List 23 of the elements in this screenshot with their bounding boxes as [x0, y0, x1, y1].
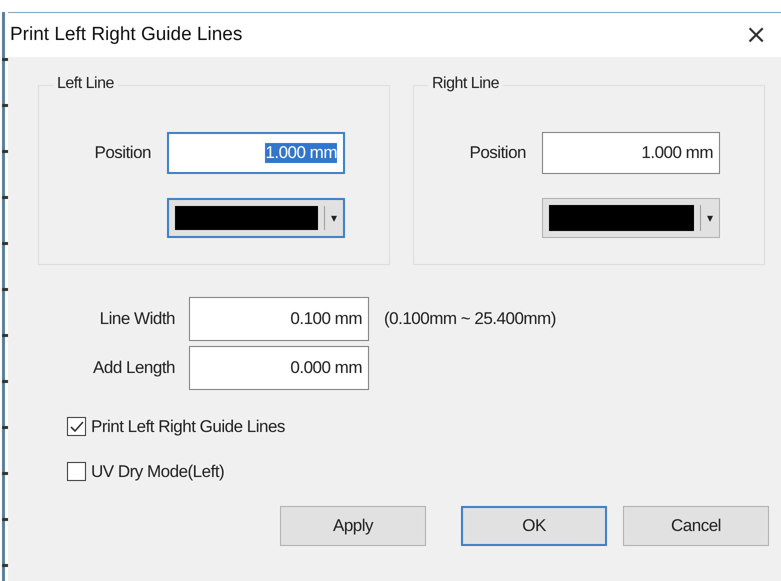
position-field[interactable]: 1.000 mm — [167, 132, 345, 174]
field-label: Position — [468, 143, 527, 163]
field-label: Line Width — [98, 309, 176, 329]
dropdown-arrow: ▾ — [330, 211, 337, 225]
dialog-button[interactable]: Cancel — [623, 506, 769, 546]
color-dropdown[interactable]: ▾ — [167, 198, 345, 238]
checkbox-label: Print Left Right Guide Lines — [91, 416, 285, 436]
input-field[interactable]: 0.100 mm — [189, 297, 369, 341]
range-hint: (0.100mm ~ 25.400mm) — [384, 309, 556, 329]
group-title: Right Line — [428, 75, 504, 93]
checkbox[interactable] — [67, 462, 86, 481]
field-label: Position — [94, 143, 152, 163]
position-field[interactable]: 1.000 mm — [542, 132, 720, 174]
input-field[interactable]: 0.000 mm — [189, 346, 369, 390]
dialog-button[interactable]: OK — [461, 506, 607, 546]
checkbox[interactable] — [67, 417, 86, 436]
close-button[interactable]: × — [737, 20, 775, 50]
window-title: Print Left Right Guide Lines — [10, 24, 242, 46]
dialog-button[interactable]: Apply — [280, 506, 426, 546]
checkbox-label: UV Dry Mode(Left) — [91, 462, 224, 482]
field-label: Add Length — [92, 358, 176, 378]
dropdown-arrow: ▾ — [706, 211, 713, 225]
color-dropdown[interactable]: ▾ — [542, 198, 720, 238]
